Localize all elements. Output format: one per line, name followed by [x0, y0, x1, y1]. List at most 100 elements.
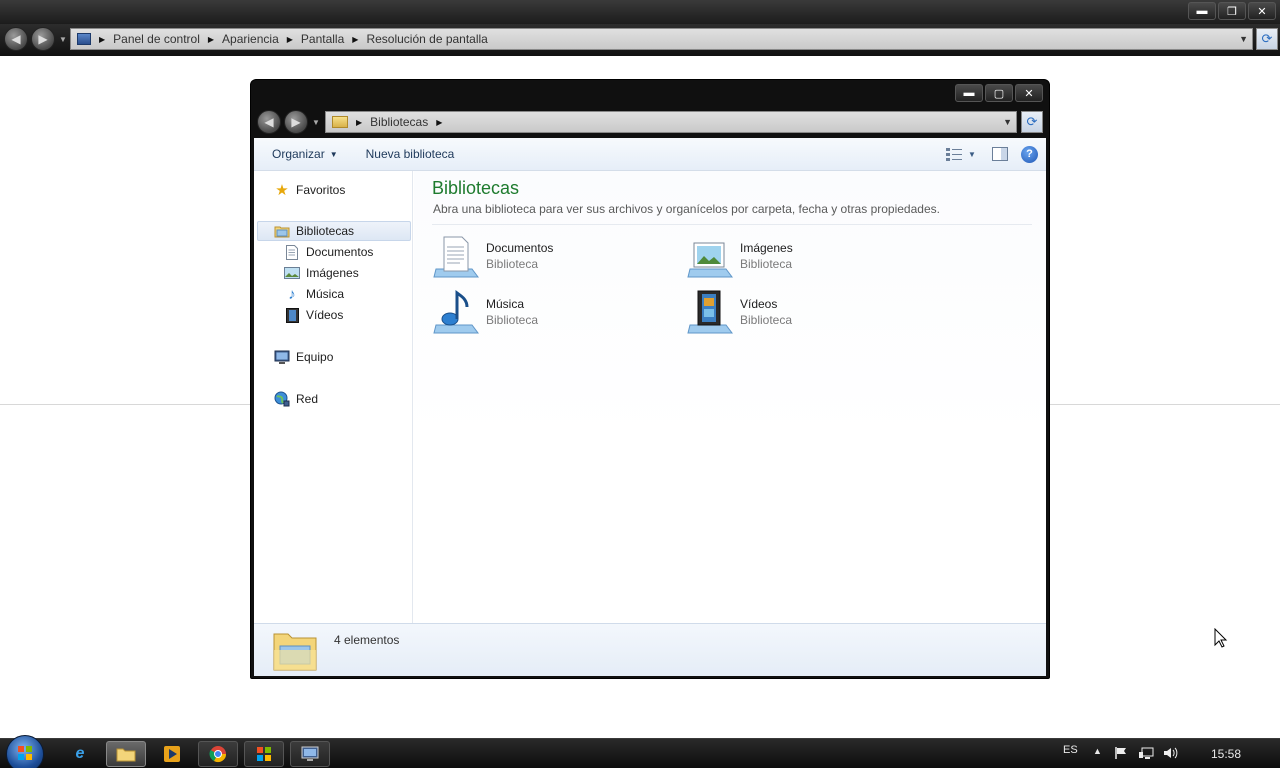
command-bar: Organizar ▼ Nueva biblioteca ▼ ?: [254, 138, 1046, 171]
show-hidden-icons-icon[interactable]: ▲: [1093, 746, 1102, 756]
library-name: Música: [486, 297, 525, 311]
control-panel-icon: [77, 33, 91, 45]
computer-icon: [274, 349, 290, 365]
explorer-window: ▬ ▢ ✕ ◀ ▶ ▼ ▶ Bibliotecas ▶ ▼ ⟳ Organiza…: [250, 79, 1050, 679]
media-player-icon[interactable]: [152, 741, 192, 767]
volume-speaker-icon[interactable]: [1163, 746, 1179, 763]
breadcrumb-separator-icon: ▶: [352, 34, 359, 44]
change-view-icon[interactable]: ▼: [943, 144, 979, 164]
recent-pages-chevron-icon[interactable]: ▼: [59, 35, 67, 44]
sidebar-item-label: Documentos: [306, 245, 374, 259]
recent-pages-chevron-icon[interactable]: ▼: [312, 118, 320, 127]
libraries-folder-icon: [332, 116, 348, 128]
library-name: Imágenes: [740, 241, 793, 255]
library-item-pictures[interactable]: Imágenes Biblioteca: [686, 233, 926, 283]
sidebar-item-network[interactable]: Red: [254, 389, 412, 409]
page-subtitle: Abra una biblioteca para ver sus archivo…: [433, 202, 940, 216]
control-panel-taskbar-icon[interactable]: [290, 741, 330, 767]
breadcrumb-separator-icon: ▶: [356, 117, 363, 127]
chrome-icon[interactable]: [198, 741, 238, 767]
library-item-music[interactable]: Música Biblioteca: [432, 289, 672, 339]
refresh-icon[interactable]: ⟳: [1021, 111, 1043, 133]
address-dropdown-icon[interactable]: ▼: [1003, 117, 1012, 127]
details-pane: 4 elementos: [254, 623, 1046, 676]
mouse-cursor-icon: [1214, 628, 1228, 648]
picture-icon: [284, 265, 300, 281]
toolbar-right-group: ▼ ?: [943, 144, 1038, 164]
page-title: Bibliotecas: [432, 178, 520, 198]
chevron-down-icon: ▼: [329, 149, 338, 159]
libraries-folder-icon: [274, 223, 290, 239]
library-type: Biblioteca: [486, 257, 539, 271]
documents-library-icon: [432, 233, 480, 281]
sidebar-item-pictures[interactable]: Imágenes: [254, 263, 412, 283]
explorer-body: Organizar ▼ Nueva biblioteca ▼ ? ★ Favor…: [254, 138, 1046, 676]
explorer-minimize-button[interactable]: ▬: [955, 84, 983, 102]
breadcrumb-appearance[interactable]: Apariencia: [222, 32, 279, 46]
language-indicator[interactable]: ES: [1063, 744, 1078, 756]
windows-flag-app-icon[interactable]: [244, 741, 284, 767]
taskbar: e ES ▲ 15:58: [0, 735, 1280, 768]
videos-library-icon: [686, 289, 734, 337]
new-library-label: Nueva biblioteca: [365, 147, 455, 161]
explorer-caption-buttons: ▬ ▢ ✕: [955, 84, 1043, 102]
background-close-button[interactable]: ✕: [1248, 2, 1276, 20]
explorer-address-bar[interactable]: ▶ Bibliotecas ▶ ▼: [325, 111, 1017, 133]
back-arrow-icon[interactable]: ◀: [257, 110, 281, 134]
explorer-close-button[interactable]: ✕: [1015, 84, 1043, 102]
network-globe-icon: [274, 391, 290, 407]
library-name: Vídeos: [740, 297, 778, 311]
background-caption-buttons: ▬ ❐ ✕: [1188, 2, 1276, 20]
breadcrumb-separator-icon: ▶: [207, 34, 215, 44]
windows-explorer-taskbar-button[interactable]: [106, 741, 146, 767]
forward-arrow-icon[interactable]: ▶: [284, 110, 308, 134]
sidebar-item-videos[interactable]: Vídeos: [254, 305, 412, 325]
sidebar-item-label: Red: [296, 392, 319, 406]
refresh-icon[interactable]: ⟳: [1256, 28, 1278, 50]
forward-arrow-icon[interactable]: ▶: [31, 27, 55, 51]
explorer-navigation-bar: ◀ ▶ ▼ ▶ Bibliotecas ▶ ▼ ⟳: [251, 106, 1049, 138]
back-arrow-icon[interactable]: ◀: [4, 27, 28, 51]
library-type: Biblioteca: [740, 313, 793, 327]
sidebar-item-label: Imágenes: [306, 266, 359, 280]
breadcrumb-libraries[interactable]: Bibliotecas: [370, 115, 428, 129]
header-divider: [432, 224, 1032, 225]
new-library-button[interactable]: Nueva biblioteca: [352, 147, 469, 161]
content-pane: Bibliotecas Abra una biblioteca para ver…: [414, 171, 1046, 623]
sidebar-item-libraries[interactable]: Bibliotecas: [257, 221, 411, 241]
library-item-videos[interactable]: Vídeos Biblioteca: [686, 289, 926, 339]
document-icon: [284, 244, 300, 260]
address-dropdown-icon[interactable]: ▼: [1239, 34, 1248, 44]
sidebar-item-label: Música: [306, 287, 345, 301]
sidebar-item-favorites[interactable]: ★ Favoritos: [254, 180, 412, 200]
item-count: 4 elementos: [334, 633, 400, 647]
sidebar-item-computer[interactable]: Equipo: [254, 347, 412, 367]
sidebar-item-music[interactable]: ♪ Música: [254, 284, 412, 304]
network-status-icon[interactable]: [1139, 746, 1155, 763]
library-item-documents[interactable]: Documentos Biblioteca: [432, 233, 672, 283]
internet-explorer-icon[interactable]: e: [60, 741, 100, 767]
star-icon: ★: [275, 182, 289, 199]
library-name: Documentos: [486, 241, 554, 255]
start-orb-icon[interactable]: [6, 735, 44, 768]
background-address-bar[interactable]: ▶ Panel de control ▶ Apariencia ▶ Pantal…: [70, 28, 1253, 50]
help-icon[interactable]: ?: [1021, 145, 1038, 163]
breadcrumb-control-panel[interactable]: Panel de control: [113, 32, 200, 46]
background-titlebar: ▬ ❐ ✕: [0, 0, 1280, 24]
background-minimize-button[interactable]: ▬: [1188, 2, 1216, 20]
library-type: Biblioteca: [740, 257, 793, 271]
preview-pane-icon[interactable]: [989, 144, 1011, 164]
organize-menu[interactable]: Organizar ▼: [254, 147, 352, 161]
background-restore-button[interactable]: ❐: [1218, 2, 1246, 20]
sidebar-item-label: Favoritos: [296, 183, 346, 197]
action-center-flag-icon[interactable]: [1114, 746, 1128, 763]
explorer-maximize-button[interactable]: ▢: [985, 84, 1013, 102]
breadcrumb-display[interactable]: Pantalla: [301, 32, 344, 46]
sidebar-item-documents[interactable]: Documentos: [254, 242, 412, 262]
clock-time[interactable]: 15:58: [1211, 747, 1241, 761]
pictures-library-icon: [686, 233, 734, 281]
breadcrumb-screen-resolution[interactable]: Resolución de pantalla: [366, 32, 487, 46]
film-icon: [284, 307, 300, 323]
libraries-folder-icon: [272, 628, 318, 672]
sidebar-item-label: Vídeos: [306, 308, 344, 322]
